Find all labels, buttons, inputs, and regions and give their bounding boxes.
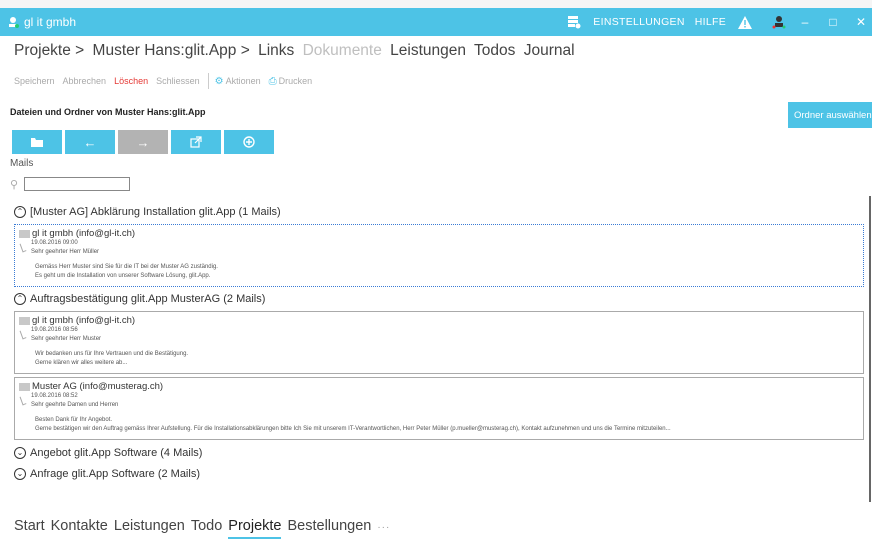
section-title: Dateien und Ordner von Muster Hans:glit.… — [10, 107, 206, 117]
breadcrumb: Projekte > Muster Hans:glit.App > Links … — [14, 42, 579, 60]
mail-group-header[interactable]: ⌃ [Muster AG] Abklärung Installation gli… — [12, 203, 864, 221]
nav-start[interactable]: Start — [14, 518, 45, 534]
plus-circle-icon — [243, 136, 255, 148]
search-icon: ⚲ — [10, 179, 19, 191]
mail-from: Muster AG (info@musterag.ch) — [32, 381, 164, 392]
mail-preview-line1: Wir bedanken uns für Ihre Vertrauen und … — [35, 351, 189, 357]
nav-services[interactable]: Leistungen — [114, 518, 185, 534]
arrow-right-icon: → — [136, 134, 150, 150]
tab-services[interactable]: Leistungen — [390, 42, 466, 59]
title-bar: gl it gmbh EINSTELLUNGEN HILFE – □ ✕ — [0, 8, 872, 36]
close-doc-button[interactable]: Schliessen — [156, 76, 200, 86]
mail-groups: ⌃ [Muster AG] Abklärung Installation gli… — [12, 203, 864, 483]
actions-icon: ⚙ — [214, 75, 224, 87]
folder-nav-buttons: ← → — [12, 130, 277, 154]
tab-documents[interactable]: Dokumente — [303, 42, 382, 59]
chevron-up-icon: ⌃ — [14, 293, 26, 305]
group-title: Angebot glit.App Software — [30, 447, 158, 459]
search-input[interactable] — [24, 177, 130, 191]
mail-date: 19.08.2016 08:52 — [31, 393, 78, 399]
server-icon[interactable] — [565, 13, 583, 31]
envelope-icon — [19, 382, 30, 391]
delete-button[interactable]: Löschen — [114, 76, 148, 86]
nav-projects[interactable]: Projekte — [228, 518, 282, 539]
mail-preview-line2: Gerne bestätigen wir den Auftrag gemäss … — [35, 426, 671, 432]
toolbar: Speichern Abbrechen Löschen Schliessen ⚙… — [14, 73, 320, 89]
open-external-icon — [190, 136, 202, 148]
tab-journal[interactable]: Journal — [524, 42, 575, 59]
user-avatar-icon[interactable] — [770, 13, 788, 31]
breadcrumb-project[interactable]: Muster Hans:glit.App > — [93, 42, 250, 59]
mail-preview-line2: Gerne klären wir alles weitere ab... — [35, 360, 128, 366]
group-count: (1 Mails) — [238, 206, 281, 218]
toolbar-divider — [207, 73, 209, 89]
actions-button[interactable]: ⚙ Aktionen — [215, 76, 261, 87]
mail-preview-line1: Besten Dank für Ihr Angebot. — [35, 417, 113, 423]
group-count: (2 Mails) — [157, 468, 200, 480]
back-button[interactable]: ← — [65, 130, 115, 154]
arrow-left-icon: ← — [83, 134, 97, 150]
app-title: gl it gmbh — [24, 15, 77, 29]
attachment-icon — [19, 242, 27, 253]
envelope-icon — [19, 316, 30, 325]
forward-button[interactable]: → — [118, 130, 168, 154]
mail-from: gl it gmbh (info@gl-it.ch) — [32, 228, 136, 239]
mail-preview-line2: Es geht um die Installation von unserer … — [35, 273, 211, 279]
mail-group-header[interactable]: ⌄ Anfrage glit.App Software (2 Mails) — [12, 465, 864, 483]
help-menu[interactable]: HILFE — [695, 16, 726, 28]
chevron-down-icon: ⌄ — [14, 447, 26, 459]
attachment-icon — [19, 329, 27, 340]
envelope-icon — [19, 229, 30, 238]
group-title: Auftragsbestätigung glit.App MusterAG — [30, 293, 221, 305]
maximize-button[interactable]: □ — [822, 15, 844, 29]
mail-greeting: Sehr geehrte Damen und Herren — [31, 402, 119, 408]
warning-icon[interactable] — [736, 13, 754, 31]
group-count: (2 Mails) — [223, 293, 266, 305]
scrollbar[interactable] — [869, 196, 871, 502]
mail-from: gl it gmbh (info@gl-it.ch) — [32, 315, 136, 326]
group-count: (4 Mails) — [160, 447, 203, 459]
attachment-icon — [19, 395, 27, 406]
save-button[interactable]: Speichern — [14, 76, 55, 86]
minimize-button[interactable]: – — [794, 15, 816, 29]
settings-menu[interactable]: EINSTELLUNGEN — [593, 16, 684, 28]
mail-item[interactable]: gl it gmbh (info@gl-it.ch) 19.08.2016 09… — [14, 224, 864, 287]
close-button[interactable]: ✕ — [850, 15, 872, 29]
nav-more[interactable]: ··· — [377, 522, 390, 534]
chevron-down-icon: ⌄ — [14, 468, 26, 480]
mail-search: ⚲ — [10, 177, 130, 191]
mail-greeting: Sehr geehrter Herr Muster — [31, 336, 102, 342]
add-button[interactable] — [224, 130, 274, 154]
mail-group-header[interactable]: ⌃ Auftragsbestätigung glit.App MusterAG … — [12, 290, 864, 308]
folder-icon — [31, 137, 43, 147]
mail-item[interactable]: Muster AG (info@musterag.ch) 19.08.2016 … — [14, 377, 864, 440]
open-external-button[interactable] — [171, 130, 221, 154]
breadcrumb-projects[interactable]: Projekte > — [14, 42, 84, 59]
tab-links[interactable]: Links — [258, 42, 294, 59]
mail-greeting: Sehr geehrter Herr Müller — [31, 249, 100, 255]
print-button[interactable]: ⎙ Drucken — [269, 76, 313, 87]
group-title: Anfrage glit.App Software — [30, 468, 155, 480]
mails-label: Mails — [10, 158, 34, 169]
cancel-button[interactable]: Abbrechen — [63, 76, 107, 86]
nav-todo[interactable]: Todo — [191, 518, 222, 534]
mail-date: 19.08.2016 09:00 — [31, 240, 78, 246]
app-logo-icon — [6, 15, 20, 29]
tab-todos[interactable]: Todos — [474, 42, 515, 59]
nav-orders[interactable]: Bestellungen — [287, 518, 371, 534]
printer-icon: ⎙ — [268, 75, 277, 87]
nav-contacts[interactable]: Kontakte — [51, 518, 108, 534]
group-title: [Muster AG] Abklärung Installation glit.… — [30, 206, 236, 218]
mail-preview-line1: Gemäss Herr Muster sind Sie für die IT b… — [35, 264, 218, 270]
chevron-up-icon: ⌃ — [14, 206, 26, 218]
choose-folder-button[interactable]: Ordner auswählen — [788, 102, 872, 128]
folder-button[interactable] — [12, 130, 62, 154]
mail-date: 19.08.2016 08:56 — [31, 327, 78, 333]
mail-item[interactable]: gl it gmbh (info@gl-it.ch) 19.08.2016 08… — [14, 311, 864, 374]
top-strip — [0, 0, 872, 8]
bottom-nav: Start Kontakte Leistungen Todo Projekte … — [14, 518, 396, 539]
mail-group-header[interactable]: ⌄ Angebot glit.App Software (4 Mails) — [12, 444, 864, 462]
